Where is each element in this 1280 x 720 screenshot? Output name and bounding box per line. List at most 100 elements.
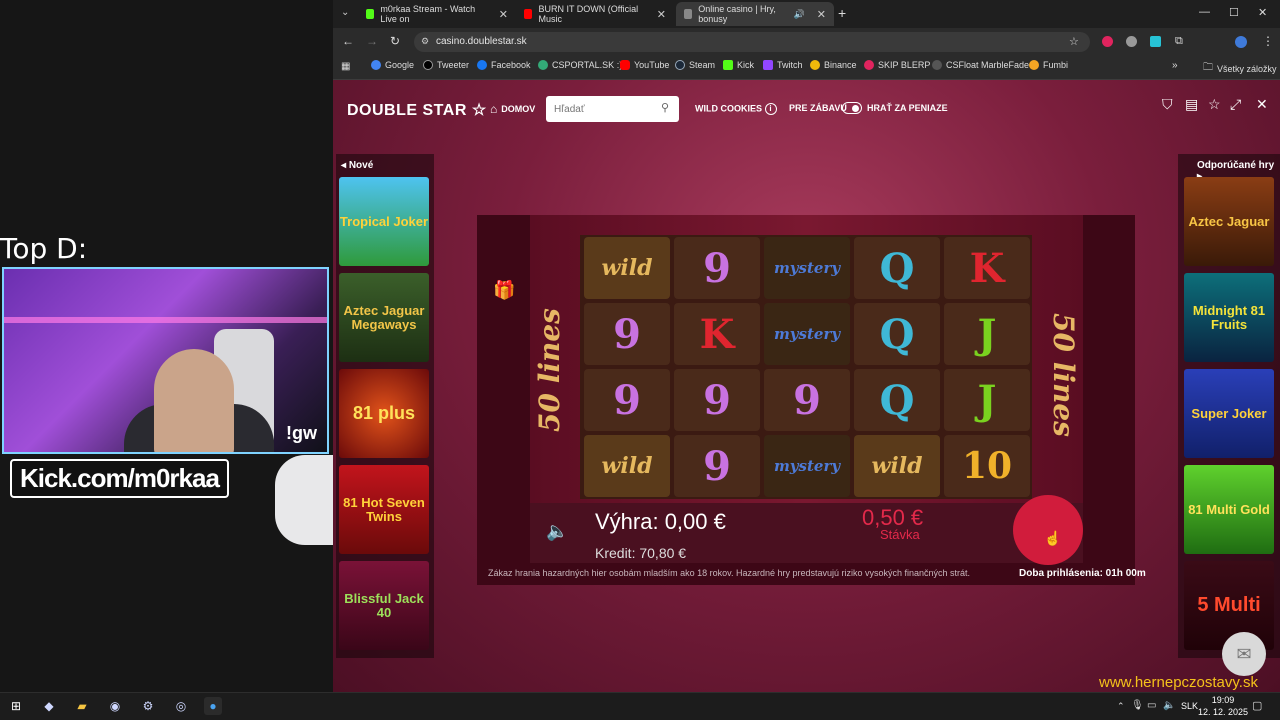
bookmark-steam[interactable]: Steam xyxy=(675,60,715,70)
new-tab-button[interactable]: + xyxy=(838,5,846,21)
game-thumb-midnight-fruits[interactable]: Midnight 81 Fruits xyxy=(1184,273,1274,362)
speaker-icon[interactable]: 🔊 xyxy=(794,9,805,20)
site-logo[interactable]: DOUBLE STAR ☆ xyxy=(347,100,487,120)
search-input[interactable] xyxy=(546,96,679,122)
wild-cookies-link[interactable]: WILD COOKIES i xyxy=(695,103,777,115)
language-indicator[interactable]: SLK xyxy=(1181,701,1198,711)
credit-amount: Kredit: 70,80 € xyxy=(595,545,687,561)
reel-symbol-j: J xyxy=(944,369,1030,431)
minimize-icon[interactable]: — xyxy=(1199,6,1210,18)
tab-label: Online casino | Hry, bonusy xyxy=(698,4,776,24)
tab-youtube[interactable]: BURN IT DOWN (Official Music ✕ xyxy=(516,2,674,26)
game-thumb-aztec-jaguar[interactable]: Aztec Jaguar xyxy=(1184,177,1274,266)
bookmark-star-icon[interactable]: ☆ xyxy=(1069,35,1079,48)
file-explorer-icon[interactable]: ▰ xyxy=(73,697,91,715)
game-thumb-aztec-jaguar-megaways[interactable]: Aztec Jaguar Megaways xyxy=(339,273,429,362)
webcam-feed: !gw xyxy=(2,267,329,454)
bookmark-csportal[interactable]: CSPORTAL.SK :) xyxy=(538,60,622,70)
close-icon[interactable]: ✕ xyxy=(499,8,508,21)
kick-channel-label: Kick.com/m0rkaa xyxy=(10,459,229,498)
kick-icon xyxy=(723,60,733,70)
game-thumb-tropical-joker[interactable]: Tropical Joker xyxy=(339,177,429,266)
extension-icon[interactable] xyxy=(1102,36,1113,47)
taskbar xyxy=(0,692,1280,720)
bookmark-skip-blerp[interactable]: SKIP BLERP xyxy=(864,60,930,70)
game-thumb-81-hot-seven-twins[interactable]: 81 Hot Seven Twins xyxy=(339,465,429,554)
bookmark-youtube[interactable]: YouTube xyxy=(620,60,669,70)
clock[interactable]: 19:09 12. 12. 2025 xyxy=(1198,694,1248,718)
reel-symbol-9: 9 xyxy=(764,369,850,431)
bookmarks-bar xyxy=(333,56,1280,80)
bookmark-facebook[interactable]: Facebook xyxy=(477,60,531,70)
fullscreen-icon[interactable]: ⤢ xyxy=(1230,96,1241,113)
close-game-icon[interactable]: ✕ xyxy=(1256,96,1268,113)
tab-search-chevron-icon[interactable]: ⌄ xyxy=(341,7,349,18)
chrome-icon[interactable]: ● xyxy=(204,697,222,715)
tab-kick-stream[interactable]: m0rkaa Stream - Watch Live on ✕ xyxy=(358,2,516,26)
apps-grid-icon[interactable]: ▦ xyxy=(341,61,350,72)
search-icon[interactable]: ⚲ xyxy=(661,101,669,114)
bookmark-csfloat[interactable]: CSFloat MarbleFade xyxy=(932,60,1029,70)
game-thumb-81-plus[interactable]: 81 plus xyxy=(339,369,429,458)
shield-icon[interactable]: ⛉ xyxy=(1162,96,1173,113)
fumbi-icon xyxy=(1029,60,1039,70)
close-icon[interactable]: ✕ xyxy=(817,8,826,21)
wallet-icon[interactable]: ▤ xyxy=(1185,96,1198,113)
favorite-star-icon[interactable]: ☆ xyxy=(1208,96,1221,113)
nav-home-link[interactable]: ⌂ DOMOV xyxy=(490,102,535,116)
game-thumb-81-multi-gold[interactable]: 81 Multi Gold xyxy=(1184,465,1274,554)
info-icon[interactable]: i xyxy=(764,103,777,115)
taskbar-app-icon[interactable]: ◆ xyxy=(40,697,58,715)
bookmark-tweeter[interactable]: Tweeter xyxy=(423,60,469,70)
tab-casino[interactable]: Online casino | Hry, bonusy 🔊 ✕ xyxy=(676,2,834,26)
volume-icon[interactable]: 🔈 xyxy=(1163,700,1175,711)
site-info-icon[interactable]: ⚙ xyxy=(421,36,429,47)
bookmark-twitch[interactable]: Twitch xyxy=(763,60,803,70)
forward-icon[interactable]: → xyxy=(366,34,378,48)
bookmark-label: Binance xyxy=(824,60,857,70)
notifications-icon[interactable]: ▢ xyxy=(1252,699,1262,712)
profile-avatar[interactable] xyxy=(1235,36,1247,48)
network-icon[interactable]: ▭ xyxy=(1147,700,1156,711)
extension-icon[interactable] xyxy=(1126,36,1137,47)
speaker-icon[interactable]: 🔈 xyxy=(546,521,568,542)
tray-chevron-icon[interactable]: ⌃ xyxy=(1117,701,1125,712)
game-thumb-super-joker[interactable]: Super Joker xyxy=(1184,369,1274,458)
back-icon[interactable]: ← xyxy=(342,34,354,48)
maximize-icon[interactable]: ☐ xyxy=(1229,6,1239,19)
gift-icon[interactable]: 🎁 xyxy=(493,280,515,301)
windows-start-icon[interactable]: ⊞ xyxy=(7,697,25,715)
all-bookmarks[interactable]: 🗀 Všetky záložky xyxy=(1203,60,1277,77)
more-bookmarks-chevron-icon[interactable]: » xyxy=(1172,60,1178,71)
youtube-icon xyxy=(524,9,533,19)
reel-symbol-9: 9 xyxy=(674,435,760,497)
blerp-icon xyxy=(864,60,874,70)
bookmark-kick[interactable]: Kick xyxy=(723,60,754,70)
steam-icon[interactable]: ⚙ xyxy=(139,697,157,715)
reel-symbol-9: 9 xyxy=(674,369,760,431)
bookmark-fumbi[interactable]: Fumbi xyxy=(1029,60,1068,70)
game-thumb-blissful-jack[interactable]: Blissful Jack 40 xyxy=(339,561,429,650)
reel-symbol-mystery: mystery xyxy=(764,435,850,497)
close-window-icon[interactable]: ✕ xyxy=(1258,6,1267,19)
url-input[interactable]: ⚙ casino.doublestar.sk xyxy=(414,32,1090,52)
gambling-disclaimer: Zákaz hrania hazardných hier osobám mlad… xyxy=(488,568,971,578)
reload-icon[interactable]: ↻ xyxy=(390,34,400,48)
new-games-title[interactable]: ◂ Nové xyxy=(341,160,373,171)
taskbar-app-icon[interactable]: ◎ xyxy=(172,697,190,715)
bookmark-binance[interactable]: Binance xyxy=(810,60,857,70)
reel-symbol-q: Q xyxy=(854,369,940,431)
taskbar-app-icon[interactable]: ◉ xyxy=(106,697,124,715)
extensions-puzzle-icon[interactable]: ⧉ xyxy=(1175,35,1183,48)
close-icon[interactable]: ✕ xyxy=(657,8,666,21)
bookmark-google[interactable]: Google xyxy=(371,60,414,70)
bookmark-label: Google xyxy=(385,60,415,70)
casino-icon xyxy=(684,9,693,19)
reel-symbol-9: 9 xyxy=(584,303,670,365)
chat-button[interactable]: ✉ xyxy=(1222,632,1266,676)
mode-toggle[interactable] xyxy=(842,102,862,114)
bookmark-label: Kick xyxy=(737,60,755,70)
microphone-icon[interactable]: 🎙 xyxy=(1131,700,1144,711)
extension-icon[interactable] xyxy=(1150,36,1161,47)
menu-dots-icon[interactable]: ⋮ xyxy=(1262,34,1274,48)
